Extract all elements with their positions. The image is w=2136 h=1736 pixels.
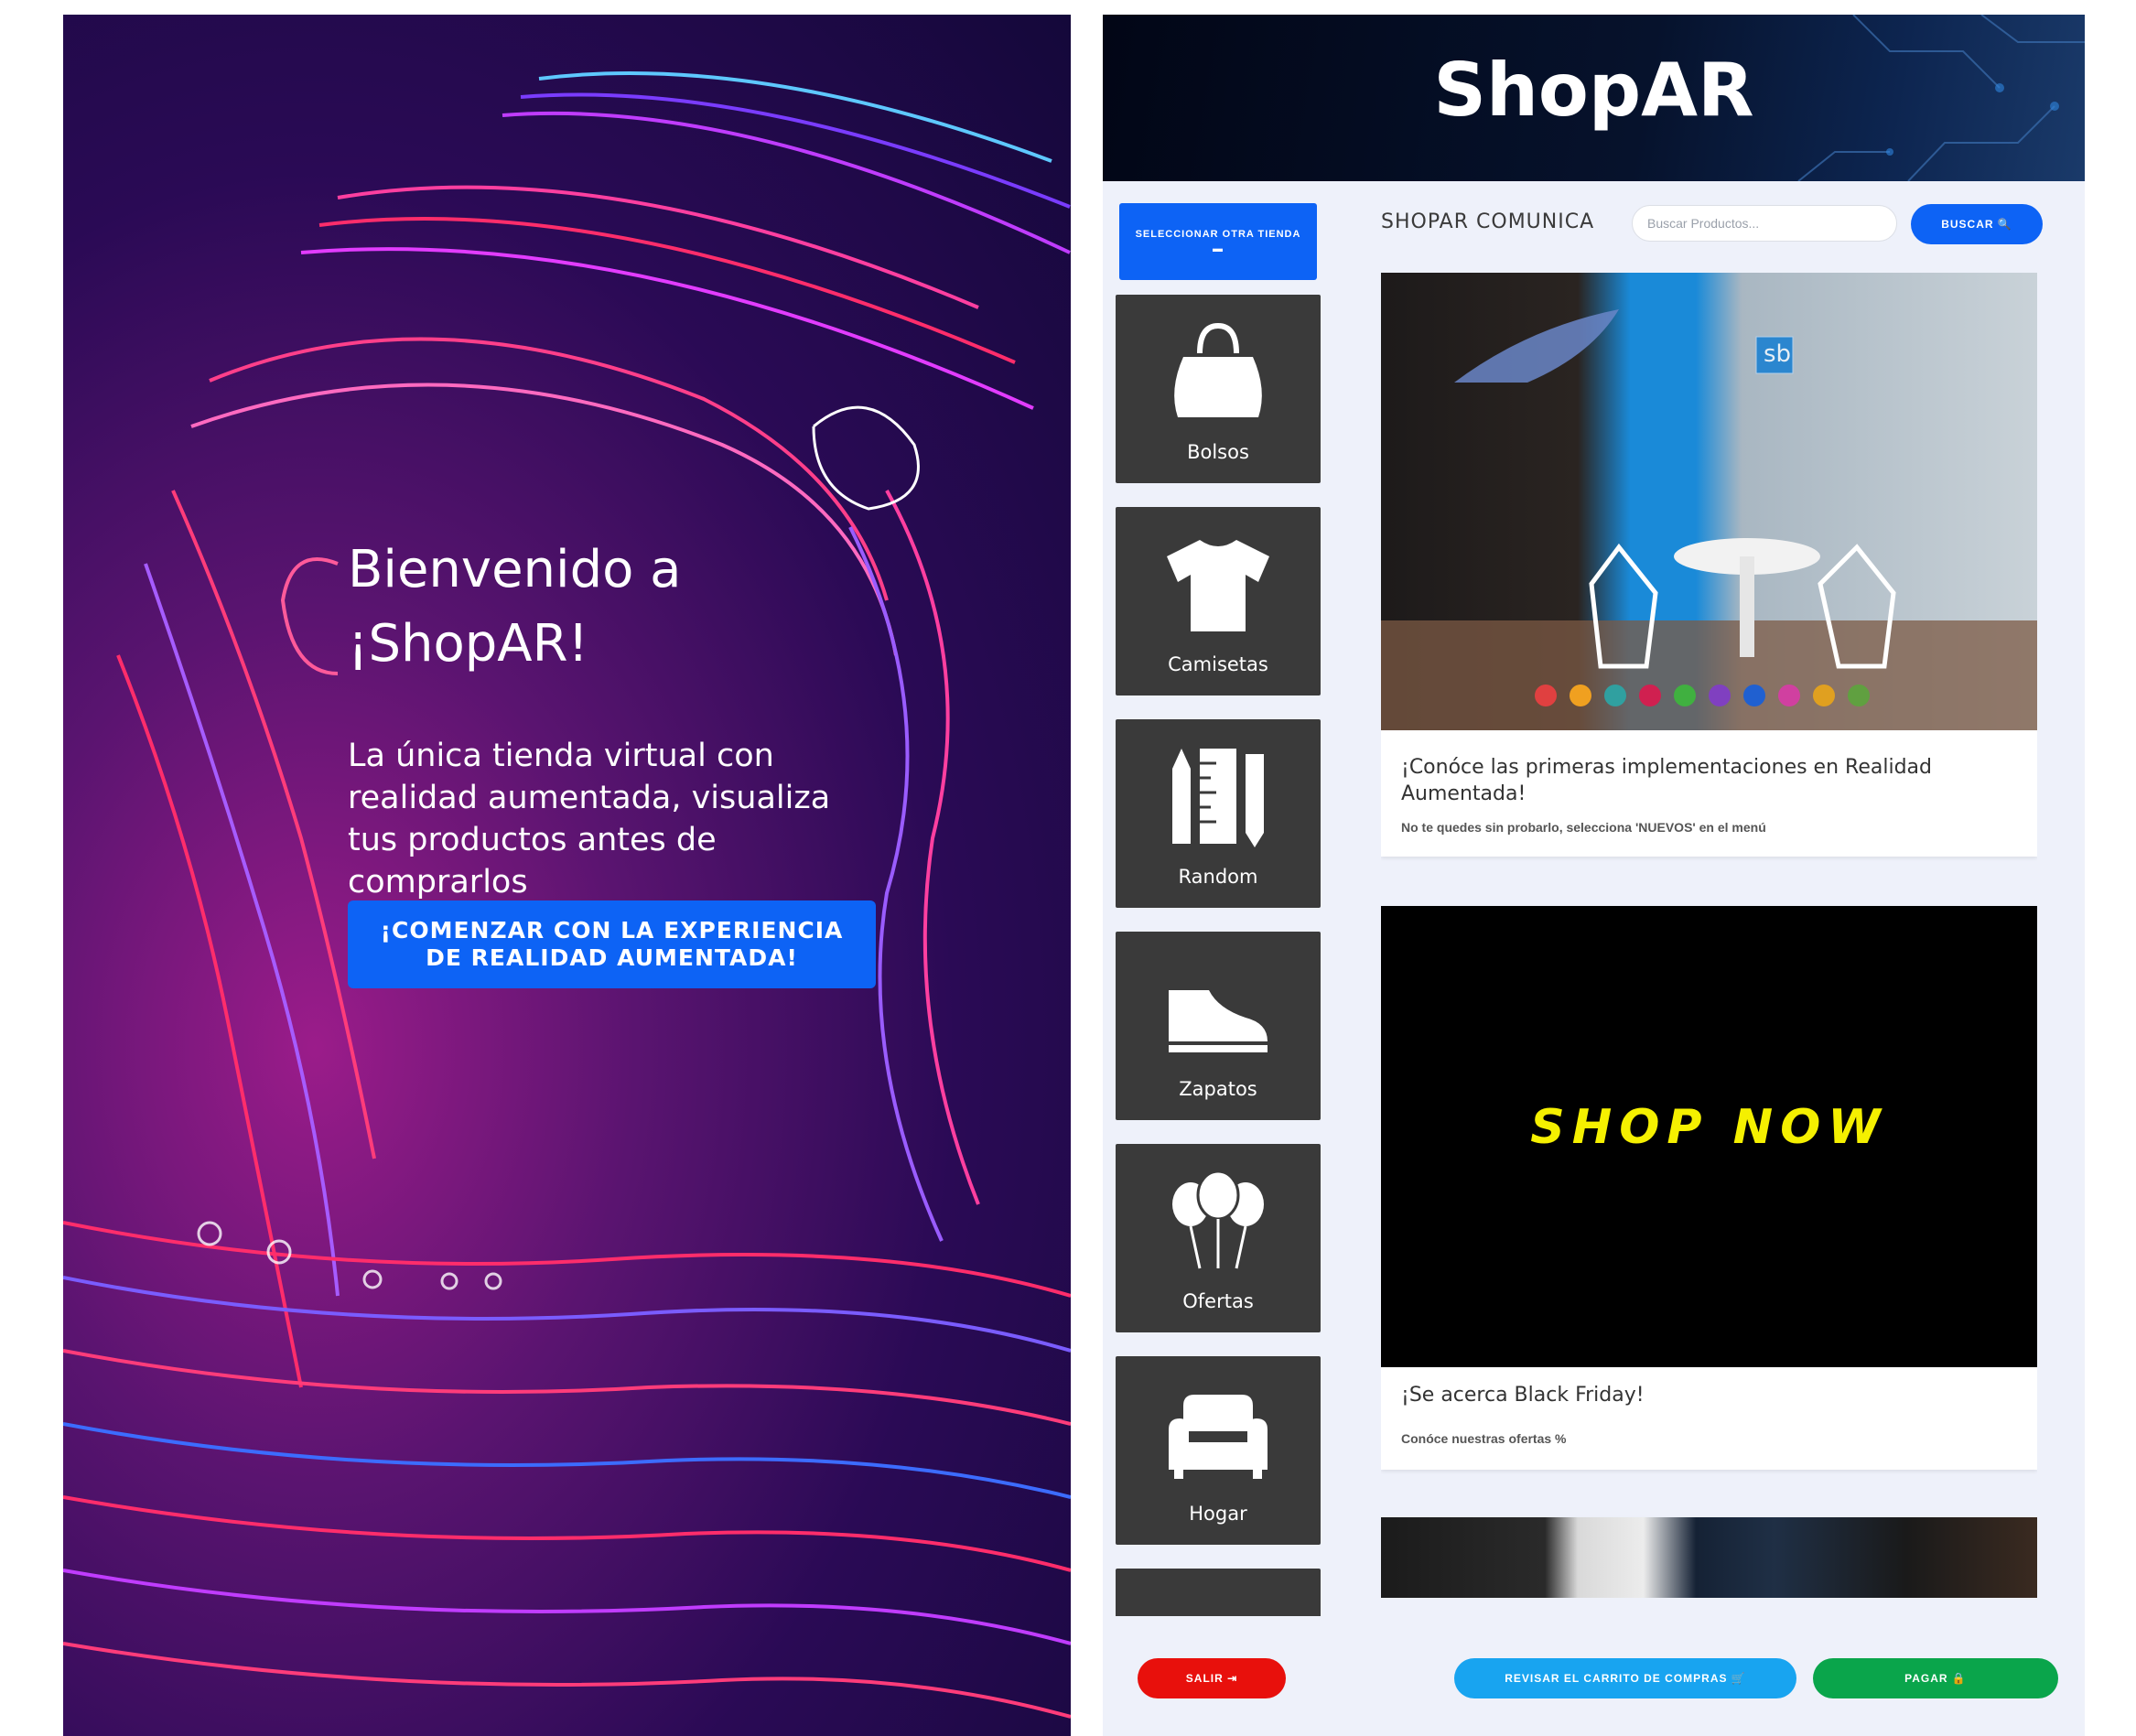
tshirt-icon [1167,540,1269,631]
category-label: Random [1178,866,1258,888]
pay-button[interactable]: PAGAR 🔒 [1813,1658,2058,1698]
image-logo-text: sb [1764,340,1792,368]
search-input[interactable] [1632,205,1897,242]
welcome-title: Bienvenido a ¡ShopAR! [348,540,682,674]
welcome-description: La única tienda virtual con realidad aum… [348,738,831,900]
post-card[interactable]: SHOP NOW ¡Se acerca Black Friday! Conóce… [1381,906,2037,1470]
post-title: ¡Se acerca Black Friday! [1401,1384,1645,1407]
select-other-store-button[interactable]: SELECCIONAR OTRA TIENDA ▬ [1119,203,1317,280]
app-title: ShopAR [1433,48,1754,133]
start-ar-experience-button[interactable]: ¡COMENZAR CON LA EXPERIENCIA DE REALIDAD… [348,900,876,988]
welcome-screen: Bienvenido a ¡ShopAR! La única tienda vi… [63,15,1071,1736]
post-card[interactable]: sb ¡Conóce las primeras implementaciones… [1381,273,2037,857]
category-item-bolsos[interactable]: Bolsos [1116,295,1321,483]
search-button[interactable]: BUSCAR 🔍 [1911,204,2043,244]
shop-now-text: SHOP NOW [1530,1100,1888,1155]
app-header: ShopAR [1103,15,2085,181]
post-title: ¡Conóce las primeras implementaciones en… [1401,756,1932,805]
post-image-shop-now: SHOP NOW [1381,906,2037,1367]
category-item-zapatos[interactable]: Zapatos [1116,932,1321,1120]
category-item-hogar[interactable]: Hogar [1116,1356,1321,1545]
post-subtitle: No te quedes sin probarlo, selecciona 'N… [1401,820,1766,835]
post-card-partial[interactable] [1381,1517,2037,1598]
review-cart-button[interactable]: REVISAR EL CARRITO DE COMPRAS 🛒 [1454,1658,1796,1698]
post-image-ar-demo: sb [1381,273,2037,730]
category-label: Camisetas [1168,653,1268,675]
balloons-icon [1172,1170,1264,1269]
category-label: Hogar [1189,1503,1247,1525]
shoe-icon [1169,990,1268,1052]
news-feed: sb ¡Conóce las primeras implementaciones… [1381,273,2037,1598]
shop-app-screen: ShopAR SELECCIONAR OTRA TIENDA ▬ Bolsos … [1103,15,2085,1736]
category-label: Bolsos [1187,441,1249,463]
section-title: SHOPAR COMUNICA [1381,210,1595,233]
pencil-ruler-icon [1172,749,1264,847]
handbag-icon [1174,322,1262,417]
category-item-ofertas[interactable]: Ofertas [1116,1144,1321,1332]
category-label: Zapatos [1179,1078,1257,1100]
sofa-icon [1169,1395,1268,1479]
exit-button[interactable]: SALIR ⇥ [1138,1658,1286,1698]
category-label: Ofertas [1182,1290,1254,1312]
category-sidebar: Bolsos Camisetas Random Zapatos Ofertas … [1116,295,1321,1616]
category-item-random[interactable]: Random [1116,719,1321,908]
post-image-clothes [1381,1517,2037,1598]
category-item-partial[interactable] [1116,1569,1321,1616]
post-subtitle: Conóce nuestras ofertas % [1401,1431,1567,1446]
category-item-camisetas[interactable]: Camisetas [1116,507,1321,695]
